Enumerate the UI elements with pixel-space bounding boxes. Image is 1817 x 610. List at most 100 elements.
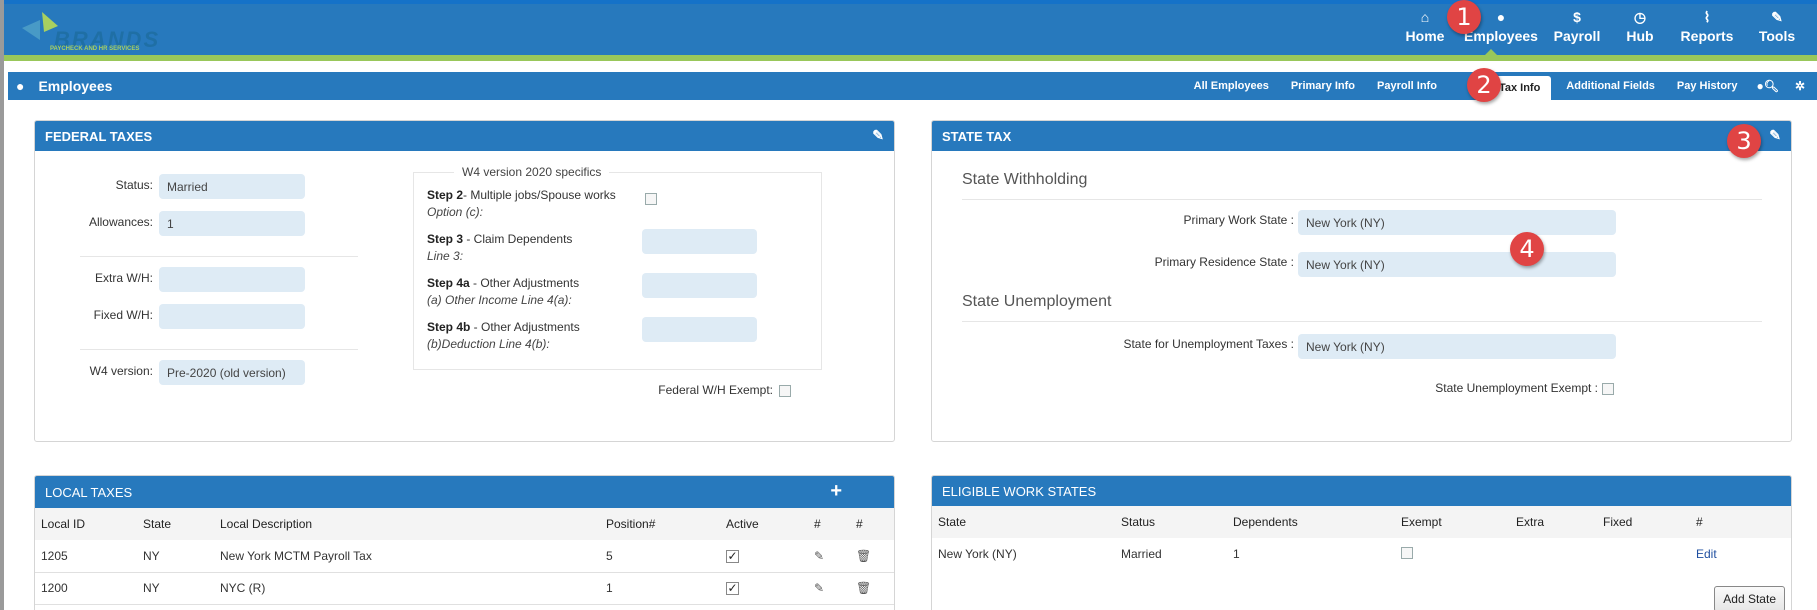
- edit-link[interactable]: Edit: [1696, 547, 1717, 561]
- allowances-field[interactable]: 1: [159, 211, 305, 236]
- col-local-id[interactable]: Local ID: [35, 508, 137, 540]
- add-plus-icon[interactable]: +: [830, 480, 842, 503]
- brand-logo[interactable]: BRANDS PAYCHECK AND HR SERVICES: [18, 10, 168, 54]
- col-local-description[interactable]: Local Description: [214, 508, 600, 540]
- trash-icon[interactable]: 🗑︎: [856, 581, 871, 595]
- local-taxes-header: LOCAL TAXES +: [35, 476, 894, 508]
- col-dependents[interactable]: Dependents: [1227, 506, 1395, 538]
- step4b-field[interactable]: [642, 317, 757, 342]
- nav-hub[interactable]: ◷ Hub: [1611, 8, 1669, 44]
- employee-search-icon[interactable]: ●🔍︎: [1748, 72, 1786, 100]
- table-row: New York (NY) Married 1 Edit: [932, 538, 1791, 570]
- gear-icon[interactable]: ✲: [1787, 72, 1813, 100]
- divider: [80, 256, 358, 257]
- w4-2020-fieldset: W4 version 2020 specifics Step 2- Multip…: [413, 165, 822, 370]
- step3-field[interactable]: [642, 229, 757, 254]
- col-exempt[interactable]: Exempt: [1395, 506, 1510, 538]
- position-cell: 5: [600, 540, 720, 573]
- nav-home-label: Home: [1405, 28, 1445, 44]
- section-title-label: Employees: [38, 78, 113, 94]
- federal-exempt-checkbox[interactable]: [779, 385, 791, 397]
- edit-cell: ✎: [808, 572, 850, 605]
- divider: [962, 321, 1762, 322]
- w4-version-label: W4 version:: [89, 364, 153, 378]
- dollar-icon: $: [1573, 9, 1581, 25]
- status-label: Status:: [115, 178, 153, 192]
- col-status[interactable]: Status: [1115, 506, 1227, 538]
- edit-pencil-icon[interactable]: ✎: [872, 127, 884, 144]
- state-cell: NY: [137, 572, 214, 605]
- tab-all-employees[interactable]: All Employees: [1183, 72, 1280, 100]
- dependents-cell: 1: [1233, 547, 1240, 561]
- unemployment-state-field[interactable]: New York (NY): [1298, 334, 1616, 359]
- tab-pay-history[interactable]: Pay History: [1666, 72, 1749, 100]
- fixed-wh-label: Fixed W/H:: [93, 308, 153, 322]
- local-taxes-table: Local ID State Local Description Positio…: [35, 508, 894, 605]
- step2-label: Step 2- Multiple jobs/Spouse works Option…: [427, 188, 616, 219]
- local-taxes-panel: LOCAL TAXES + Local ID State Local Descr…: [34, 475, 895, 610]
- add-state-button[interactable]: Add State: [1714, 586, 1785, 610]
- nav-tools-label: Tools: [1758, 28, 1796, 44]
- unemployment-exempt-label: State Unemployment Exempt :: [1435, 381, 1598, 395]
- extra-wh-label: Extra W/H:: [94, 271, 153, 285]
- table-header-row: Local ID State Local Description Positio…: [35, 508, 894, 540]
- nav-payroll-label: Payroll: [1553, 28, 1601, 44]
- col-position[interactable]: Position#: [600, 508, 720, 540]
- top-nav: BRANDS PAYCHECK AND HR SERVICES ⌂ Home ● E…: [4, 0, 1817, 55]
- action-cell: Edit: [1690, 538, 1791, 570]
- fixed-wh-field[interactable]: [159, 304, 305, 329]
- logo-mark-icon: [22, 12, 58, 40]
- edit-pencil-icon[interactable]: ✎: [1769, 127, 1781, 144]
- table-row: 1205 NY New York MCTM Payroll Tax 5 ✓ ✎ …: [35, 540, 894, 573]
- active-checkbox-checked[interactable]: ✓: [726, 549, 739, 563]
- fixed-cell: [1597, 538, 1690, 570]
- col-fixed[interactable]: Fixed: [1597, 506, 1690, 538]
- divider: [962, 199, 1762, 200]
- eligible-work-states-header: ELIGIBLE WORK STATES: [932, 476, 1791, 506]
- primary-residence-state-label: Primary Residence State :: [1154, 255, 1294, 269]
- eligible-work-states-panel: ELIGIBLE WORK STATES State Status Depend…: [931, 475, 1792, 610]
- position-cell: 1: [600, 572, 720, 605]
- step2-checkbox[interactable]: [645, 193, 657, 205]
- col-state[interactable]: State: [137, 508, 214, 540]
- status-cell: Married: [1121, 547, 1162, 561]
- step3-label: Step 3 - Claim Dependents Line 3:: [427, 232, 573, 263]
- exempt-checkbox[interactable]: [1401, 546, 1413, 559]
- state-tax-title: STATE TAX: [942, 128, 1012, 144]
- nav-hub-label: Hub: [1626, 28, 1654, 44]
- w4-version-field[interactable]: Pre-2020 (old version): [159, 360, 305, 385]
- step4a-field[interactable]: [642, 273, 757, 298]
- allowances-label: Allowances:: [88, 215, 153, 229]
- col-active[interactable]: Active: [720, 508, 808, 540]
- active-checkbox-checked[interactable]: ✓: [726, 582, 739, 595]
- step4b-label: Step 4b - Other Adjustments (b)Deduction …: [427, 320, 580, 351]
- tab-payroll-info[interactable]: Payroll Info: [1366, 72, 1448, 100]
- col-extra[interactable]: Extra: [1510, 506, 1597, 538]
- unemployment-state-label: State for Unemployment Taxes :: [1123, 337, 1294, 351]
- local-id-cell: 1205: [35, 540, 137, 573]
- callout-badge-4: 4: [1510, 232, 1544, 266]
- primary-work-state-field[interactable]: New York (NY): [1298, 210, 1616, 235]
- nav-payroll[interactable]: $ Payroll: [1543, 8, 1611, 44]
- local-taxes-title: LOCAL TAXES: [45, 484, 133, 500]
- edit-pencil-icon[interactable]: ✎: [814, 549, 824, 563]
- nav-reports[interactable]: ⌇ Reports: [1669, 8, 1745, 44]
- unemployment-exempt-checkbox[interactable]: [1602, 383, 1614, 395]
- wrench-icon: ✎: [1771, 9, 1783, 25]
- nav-accent-stripe: [4, 55, 1817, 61]
- nav-tools[interactable]: ✎ Tools: [1745, 8, 1809, 44]
- delete-cell: 🗑︎: [850, 572, 894, 605]
- primary-residence-state-field[interactable]: New York (NY): [1298, 252, 1616, 277]
- tab-primary-info[interactable]: Primary Info: [1280, 72, 1366, 100]
- edit-pencil-icon[interactable]: ✎: [814, 581, 824, 595]
- col-state[interactable]: State: [932, 506, 1115, 538]
- sub-nav-bar: ● Employees All Employees Primary Info P…: [8, 72, 1817, 100]
- extra-wh-field[interactable]: [159, 267, 305, 292]
- tab-additional-fields[interactable]: Additional Fields: [1555, 72, 1666, 100]
- federal-exempt-label: Federal W/H Exempt:: [658, 383, 773, 397]
- status-field[interactable]: Married: [159, 174, 305, 199]
- clock-icon: ◷: [1633, 9, 1647, 25]
- divider: [80, 349, 358, 350]
- federal-taxes-header: FEDERAL TAXES ✎: [35, 121, 894, 151]
- trash-icon[interactable]: 🗑︎: [856, 549, 871, 563]
